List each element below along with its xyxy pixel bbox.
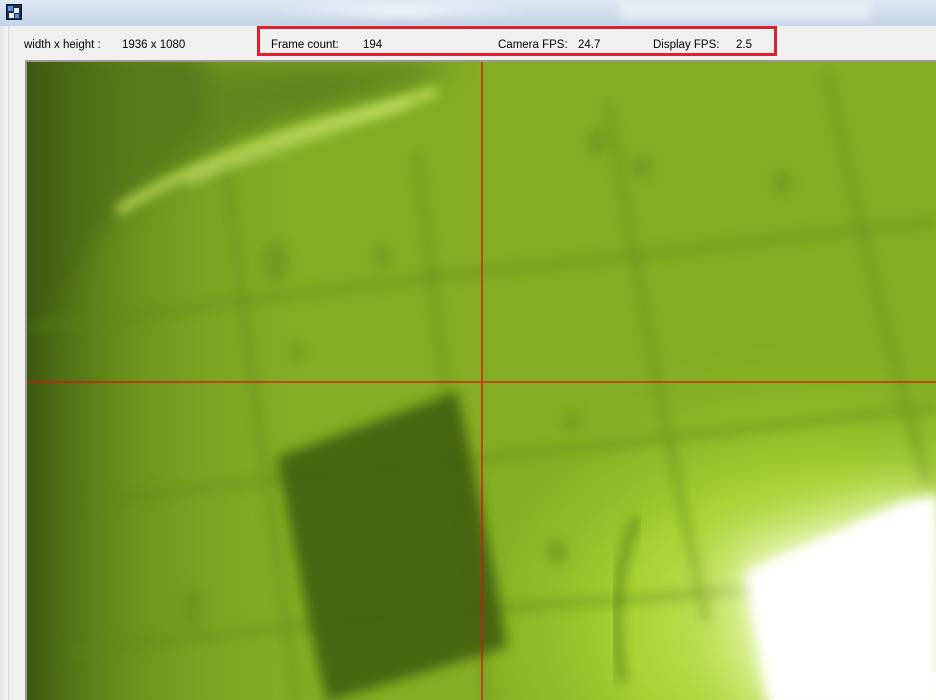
title-bar[interactable] bbox=[0, 0, 936, 27]
titlebar-glass-highlight-right bbox=[620, 2, 870, 20]
stats-highlight-box bbox=[257, 26, 777, 56]
app-icon[interactable] bbox=[6, 4, 22, 20]
camera-image bbox=[27, 62, 936, 700]
camera-viewer-window: width x height : 1936 x 1080 Frame count… bbox=[0, 0, 936, 700]
left-panel-edge bbox=[0, 26, 9, 700]
camera-video-view[interactable] bbox=[25, 60, 936, 700]
resolution-value: 1936 x 1080 bbox=[122, 39, 186, 51]
resolution-label: width x height : bbox=[24, 39, 101, 51]
titlebar-glass-highlight bbox=[270, 4, 530, 18]
